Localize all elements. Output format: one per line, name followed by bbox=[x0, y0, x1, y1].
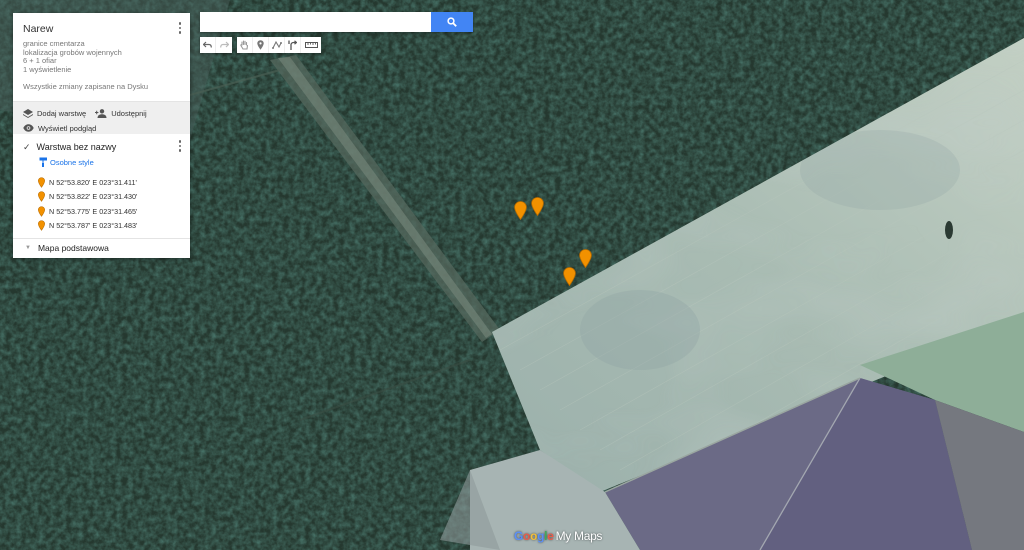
feature-label: N 52°53.775' E 023°31.465' bbox=[49, 206, 138, 216]
layer-name[interactable]: Warstwa bez nazwy bbox=[37, 142, 117, 152]
paint-roller-icon bbox=[39, 157, 47, 167]
eye-icon bbox=[23, 124, 34, 132]
measure-button[interactable] bbox=[301, 37, 321, 53]
share-button[interactable]: Udostępnij bbox=[95, 108, 147, 118]
add-directions-button[interactable] bbox=[285, 37, 301, 53]
redo-icon bbox=[219, 41, 229, 48]
preview-label: Wyświetl podgląd bbox=[38, 123, 97, 133]
add-marker-button[interactable] bbox=[253, 37, 269, 53]
expand-triangle-icon: ▼ bbox=[25, 244, 31, 251]
feature-item[interactable]: N 52°53.787' E 023°31.483' bbox=[38, 219, 180, 234]
tools-group bbox=[237, 37, 321, 53]
add-layer-button[interactable]: Dodaj warstwę bbox=[23, 108, 87, 118]
search-input[interactable] bbox=[200, 12, 431, 32]
layers-icon bbox=[23, 108, 33, 118]
individual-styles-link[interactable]: Osobne style bbox=[39, 157, 180, 167]
save-status: Wszystkie zmiany zapisane na Dysku bbox=[23, 82, 149, 91]
share-label: Udostępnij bbox=[111, 108, 147, 118]
logo-suffix: My Maps bbox=[555, 529, 603, 543]
map-info: Narew granice cmentarza lokalizacja grob… bbox=[13, 13, 190, 101]
base-map-label: Mapa podstawowa bbox=[37, 242, 109, 253]
search-box bbox=[200, 12, 473, 32]
feature-label: N 52°53.787' E 023°31.483' bbox=[49, 221, 138, 231]
feature-item[interactable]: N 52°53.822' E 023°31.430' bbox=[38, 190, 180, 205]
base-map-toggle[interactable]: ▼ Mapa podstawowa bbox=[13, 238, 190, 256]
redo-button[interactable] bbox=[216, 37, 232, 53]
orange-marker-icon bbox=[38, 220, 45, 232]
map-marker-icon bbox=[531, 197, 544, 217]
add-person-icon bbox=[95, 108, 107, 118]
search-icon bbox=[447, 17, 457, 27]
feature-label: N 52°53.822' E 023°31.430' bbox=[49, 192, 138, 202]
directions-icon bbox=[288, 40, 297, 50]
map-marker-2[interactable] bbox=[531, 197, 544, 217]
map-marker-icon bbox=[563, 267, 576, 287]
search-button[interactable] bbox=[431, 12, 473, 32]
history-group bbox=[200, 37, 232, 53]
map-marker-1[interactable] bbox=[514, 201, 527, 221]
orange-marker-icon bbox=[38, 206, 45, 217]
description-line: 1 wyświetlenie bbox=[23, 64, 72, 74]
ruler-icon bbox=[304, 42, 318, 48]
map-marker-4[interactable] bbox=[579, 249, 592, 269]
map-options-icon[interactable] bbox=[177, 22, 183, 36]
individual-styles-label: Osobne style bbox=[50, 157, 94, 167]
pan-hand-button[interactable] bbox=[237, 37, 253, 53]
draw-line-button[interactable] bbox=[269, 37, 285, 53]
undo-button[interactable] bbox=[200, 37, 216, 53]
layer-header: ✓ Warstwa bez nazwy bbox=[23, 141, 180, 153]
draw-line-icon bbox=[271, 40, 282, 49]
map-legend-panel: Narew granice cmentarza lokalizacja grob… bbox=[13, 13, 190, 258]
orange-marker-icon bbox=[38, 191, 45, 203]
map-title[interactable]: Narew bbox=[23, 23, 180, 35]
map-marker-icon bbox=[579, 249, 592, 269]
preview-button[interactable]: Wyświetl podgląd bbox=[23, 124, 96, 133]
marker-icon bbox=[257, 40, 264, 50]
google-my-maps-logo: Google My Maps bbox=[514, 529, 603, 543]
map-toolbar bbox=[200, 37, 326, 53]
feature-item[interactable]: N 52°53.775' E 023°31.465' bbox=[38, 204, 180, 219]
feature-label: N 52°53.820' E 023°31.411' bbox=[49, 177, 137, 187]
map-marker-icon bbox=[514, 201, 527, 221]
map-description[interactable]: granice cmentarza lokalizacja grobów woj… bbox=[23, 39, 180, 74]
hand-icon bbox=[240, 40, 249, 50]
feature-item[interactable]: N 52°53.820' E 023°31.411' bbox=[38, 175, 180, 190]
undo-icon bbox=[203, 41, 212, 48]
layer-options-icon[interactable] bbox=[177, 140, 183, 154]
layer-visibility-checkbox[interactable]: ✓ bbox=[23, 142, 31, 153]
map-actions: Dodaj warstwę Udostępnij Wyświetl podglą… bbox=[13, 101, 190, 134]
add-layer-label: Dodaj warstwę bbox=[37, 108, 87, 118]
layer-section: ✓ Warstwa bez nazwy Osobne style N 52°53… bbox=[13, 134, 190, 238]
map-marker-3[interactable] bbox=[563, 267, 576, 287]
orange-marker-icon bbox=[38, 177, 45, 188]
